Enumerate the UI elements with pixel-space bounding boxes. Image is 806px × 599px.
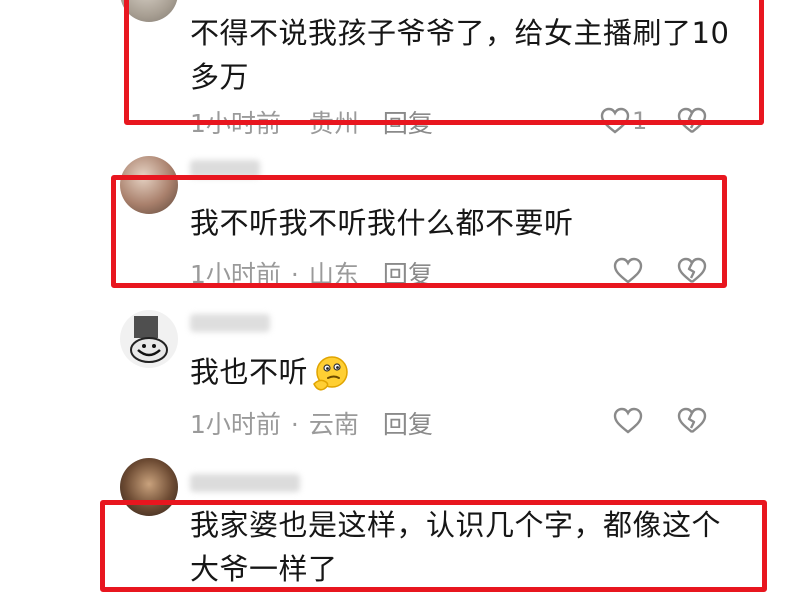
broken-heart-icon [677,107,707,133]
comment-username [190,314,270,332]
meta-separator: · [290,260,299,289]
comment-meta: 1小时前 · 云南 回复 [190,405,433,441]
dislike-button[interactable] [677,407,707,435]
comment-text: 我家婆也是这样，认识几个字，都像这个大爷一样了 [190,508,722,586]
like-button[interactable]: 1 [600,107,647,135]
comment-text-content: 我也不听 [190,355,309,389]
comment-username [190,474,300,492]
avatar[interactable] [120,0,178,22]
avatar[interactable] [120,310,178,368]
avatar[interactable] [120,156,178,214]
comment-location: 山东 [308,260,359,289]
comment-time: 1小时前 [190,410,281,439]
comment-text: 我不听我不听我什么都不要听 [190,206,574,240]
heart-icon [613,407,643,434]
comment-time: 1小时前 [190,260,281,289]
avatar[interactable] [120,458,178,516]
like-button[interactable] [613,407,643,435]
comment-username [190,160,260,178]
comment-location: 贵州 [308,109,359,138]
meta-separator: · [290,109,299,138]
like-button[interactable] [613,257,643,285]
broken-heart-icon [677,407,707,433]
heart-icon [613,257,643,284]
heart-icon [600,107,630,134]
reply-button[interactable]: 回复 [383,109,433,138]
comment-location: 云南 [308,410,359,439]
reply-button[interactable]: 回复 [383,260,433,289]
dislike-button[interactable] [677,107,707,135]
cartoon-avatar-icon [130,316,168,363]
comment-meta: 1小时前 · 贵州 回复 [190,104,433,140]
reply-button[interactable]: 回复 [383,410,433,439]
comment-meta: 1小时前 · 山东 回复 [190,255,433,291]
comment-text: 我也不听 [190,350,750,394]
comment-time: 1小时前 [190,109,281,138]
meta-separator: · [290,410,299,439]
dislike-button[interactable] [677,257,707,285]
thinking-emoji-icon [310,354,350,394]
like-count: 1 [632,107,648,135]
broken-heart-icon [677,257,707,283]
comment-text: 不得不说我孩子爷爷了，给女主播刷了10多万 [190,16,730,94]
